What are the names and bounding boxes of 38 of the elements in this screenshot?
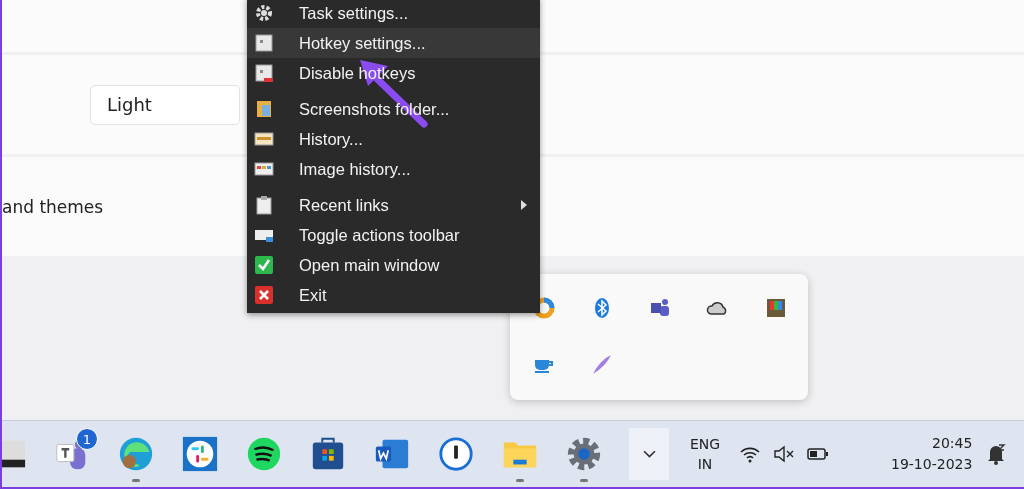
menu-item[interactable]: History... (247, 124, 540, 154)
menu-item[interactable]: Toggle actions toolbar (247, 220, 540, 250)
clock-date[interactable]: 19-10-2023 (891, 454, 973, 475)
battery-icon[interactable] (807, 445, 829, 463)
bell-icon[interactable] (986, 443, 1007, 465)
notification-badge: 1 (76, 428, 98, 450)
submenu-arrow-icon (520, 200, 528, 210)
menu-item[interactable]: Open main window (247, 250, 540, 280)
settings-icon[interactable] (565, 435, 603, 473)
monitor-icon[interactable] (764, 296, 788, 320)
feather-icon[interactable] (590, 352, 614, 376)
language-indicator[interactable]: IN (697, 454, 713, 474)
setting-label: and themes (2, 196, 104, 217)
wifi-icon[interactable] (739, 445, 761, 463)
theme-dropdown[interactable]: Light (90, 84, 240, 125)
browser-icon[interactable] (117, 435, 155, 473)
clipboard-icon (254, 195, 274, 215)
ring-icon[interactable] (532, 296, 556, 320)
language-indicator[interactable]: ENG (689, 434, 721, 454)
window-icon (254, 33, 274, 53)
menu-item[interactable]: Recent links (247, 184, 540, 220)
close-icon (254, 285, 274, 305)
key-icon[interactable] (437, 435, 475, 473)
hash-icon[interactable] (181, 435, 219, 473)
check-icon (254, 255, 274, 275)
menu-item[interactable]: Hotkey settings... (247, 28, 540, 58)
menu-item[interactable]: Task settings... (247, 0, 540, 28)
window-icon (254, 159, 274, 179)
clock-time[interactable]: 20:45 (932, 433, 973, 454)
folder-icon (254, 99, 274, 119)
window-icon (254, 63, 274, 83)
volume-muted-icon[interactable] (773, 445, 795, 463)
chevron-down-icon (642, 449, 656, 459)
window-icon (254, 129, 274, 149)
menu-item[interactable]: Image history... (247, 154, 540, 184)
menu-item[interactable]: Exit (247, 280, 540, 310)
music-icon[interactable] (245, 435, 283, 473)
gear-icon (254, 3, 274, 23)
